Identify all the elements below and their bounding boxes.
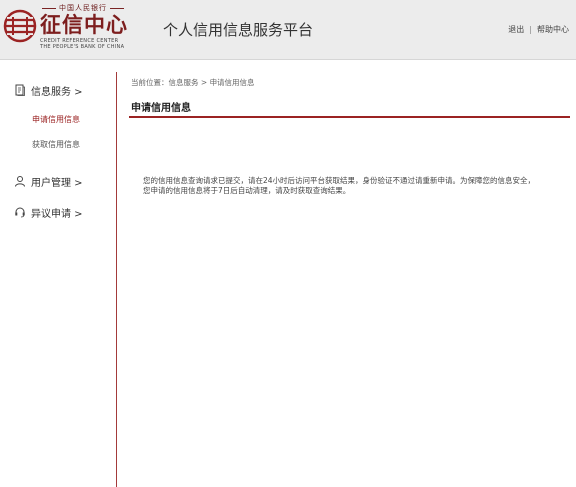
site-title: 个人信用信息服务平台 [163, 21, 314, 39]
logo-sub-text: CREDIT REFERENCE CENTER THE PEOPLE'S BAN… [40, 38, 125, 50]
breadcrumb-info-service[interactable]: 信息服务 [169, 78, 199, 87]
breadcrumb-current: 申请信用信息 [209, 78, 255, 87]
sidebar-item-apply-credit-info[interactable]: 申请信用信息 [32, 114, 80, 126]
sidebar-item-get-credit-info[interactable]: 获取信用信息 [32, 139, 80, 151]
help-center-link[interactable]: 帮助中心 [537, 25, 569, 34]
breadcrumb: 当前位置：信息服务 > 申请信用信息 [131, 78, 255, 87]
user-icon [15, 176, 25, 187]
sidebar-divider [116, 72, 117, 487]
nav-group-label: 用户管理 > [31, 177, 83, 189]
nav-group-label: 异议申请 > [31, 208, 83, 220]
header: 中国人民银行 征信中心 CREDIT REFERENCE CENTER THE … [0, 0, 576, 60]
nav-group-user-management[interactable]: 用户管理 > [14, 173, 83, 189]
top-links: 退出 | 帮助中心 [508, 24, 569, 36]
section-rule [129, 116, 570, 118]
nav-group-info-service[interactable]: 信息服务 > [14, 82, 83, 98]
credit-center-logo-icon [3, 9, 37, 43]
link-separator: | [529, 25, 532, 34]
nav-group-dispute-application[interactable]: 异议申请 > [14, 204, 83, 220]
submission-message: 您的信用信息查询请求已提交，请在24小时后访问平台获取结果，身份验证不通过请重新… [143, 176, 536, 195]
nav-group-label: 信息服务 > [31, 86, 83, 98]
document-icon [15, 84, 25, 96]
page-title: 申请信用信息 [131, 103, 191, 114]
headset-icon [15, 207, 25, 218]
logout-link[interactable]: 退出 [508, 25, 524, 34]
logo-main-text: 征信中心 [40, 12, 128, 37]
